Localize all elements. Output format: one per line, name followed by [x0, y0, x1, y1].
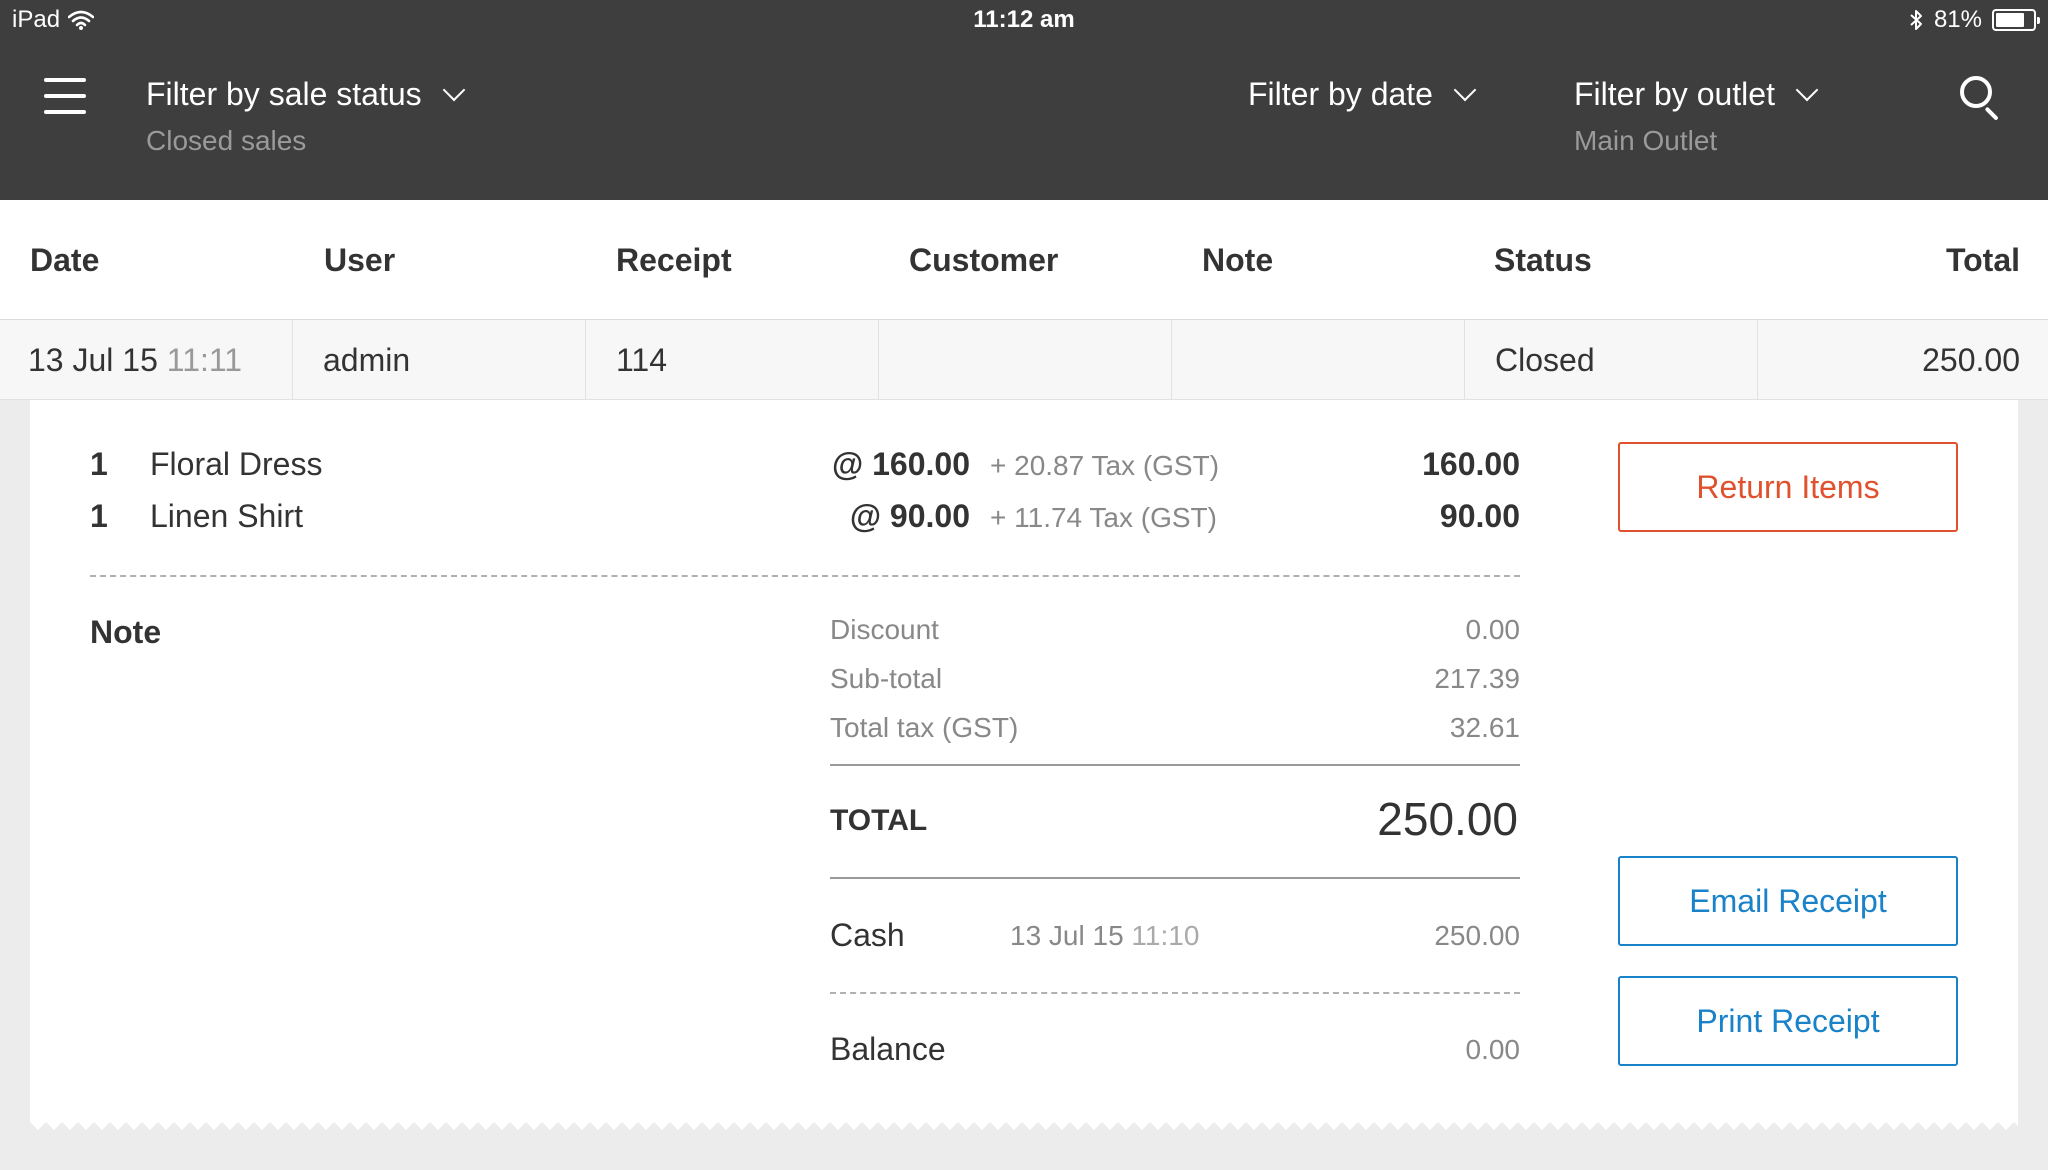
chevron-down-icon [1795, 78, 1819, 101]
item-2-total: 90.00 [1439, 498, 1520, 534]
return-items-button[interactable]: Return Items [1618, 442, 1958, 532]
column-note[interactable]: Note [1202, 242, 1273, 279]
discount-value: 0.00 [1465, 614, 1521, 645]
battery-icon [1992, 9, 2040, 31]
item-2-tax: + 11.74 Tax (GST) [990, 502, 1217, 533]
summary-divider [830, 764, 1520, 766]
table-row[interactable]: 13 Jul 15 11:11 admin 114 Closed 250.00 [0, 320, 2048, 400]
cell-date: 13 Jul 15 11:11 [0, 320, 293, 400]
email-receipt-button[interactable]: Email Receipt [1618, 856, 1958, 946]
item-1-qty: 1 [90, 446, 108, 482]
total-label: TOTAL [830, 804, 928, 837]
column-receipt[interactable]: Receipt [616, 242, 732, 279]
item-1-total: 160.00 [1422, 446, 1520, 482]
filter-outlet-label: Filter by outlet [1574, 76, 1775, 112]
cell-status: Closed [1465, 320, 1758, 400]
print-receipt-button[interactable]: Print Receipt [1618, 976, 1958, 1066]
filter-sale-status-value: Closed sales [146, 125, 307, 156]
bluetooth-icon [1910, 10, 1922, 30]
item-2-name: Linen Shirt [150, 498, 303, 534]
column-date[interactable]: Date [30, 242, 99, 279]
balance-value: 0.00 [1465, 1034, 1521, 1065]
hamburger-menu-icon[interactable] [44, 78, 86, 114]
filter-sale-status-label: Filter by sale status [146, 76, 422, 112]
balance-label: Balance [830, 1031, 946, 1067]
column-status[interactable]: Status [1494, 242, 1592, 279]
payment-date: 13 Jul 15 [1010, 920, 1124, 951]
cell-receipt: 114 [586, 320, 879, 400]
chevron-down-icon [1453, 78, 1477, 101]
item-2-qty: 1 [90, 498, 108, 534]
total-value: 250.00 [1377, 793, 1518, 845]
filter-date[interactable]: Filter by date [1248, 76, 1477, 125]
status-time: 11:12 am [973, 6, 1075, 33]
item-1-unit-price: @ 160.00 [832, 446, 970, 482]
column-user[interactable]: User [324, 242, 395, 279]
top-bar: iPad 11:12 am 81% Filter by sale status [0, 0, 2048, 200]
search-icon[interactable] [1960, 76, 2002, 121]
note-label: Note [90, 614, 162, 650]
payment-divider [830, 992, 1520, 994]
items-divider [90, 575, 1520, 577]
table-header: Date User Receipt Customer Note Status T… [0, 200, 2048, 320]
status-bar: iPad 11:12 am 81% [0, 0, 2048, 44]
status-right: 81% [1908, 6, 2040, 34]
cell-total: 250.00 [1922, 342, 2020, 378]
subtotal-label: Sub-total [830, 663, 943, 694]
cell-user: admin [293, 320, 586, 400]
battery-percent: 81% [1933, 6, 1982, 33]
cell-customer [879, 320, 1172, 400]
cell-note [1172, 320, 1465, 400]
receipt-torn-edge [30, 1122, 2018, 1138]
item-2-unit-price: @ 90.00 [849, 498, 970, 534]
chevron-down-icon [442, 78, 465, 101]
payment-time: 11:10 [1131, 920, 1200, 951]
tax-value: 32.61 [1449, 712, 1520, 743]
filter-date-label: Filter by date [1248, 76, 1433, 112]
payment-amount: 250.00 [1434, 920, 1520, 951]
column-customer[interactable]: Customer [909, 242, 1058, 279]
item-1-tax: + 20.87 Tax (GST) [990, 450, 1220, 481]
payment-datetime: 13 Jul 15 11:10 [1010, 920, 1199, 952]
discount-label: Discount [830, 614, 939, 645]
filter-outlet[interactable]: Filter by outlet Main Outlet [1574, 76, 1819, 157]
column-total[interactable]: Total [1946, 242, 2020, 279]
row-date: 13 Jul 15 [28, 342, 158, 378]
filter-outlet-value: Main Outlet [1574, 125, 1718, 156]
total-divider [830, 877, 1520, 879]
payment-method: Cash [830, 917, 905, 953]
battery-fill [1996, 13, 2025, 27]
subtotal-value: 217.39 [1434, 663, 1520, 694]
row-time: 11:11 [166, 342, 243, 378]
tax-label: Total tax (GST) [830, 712, 1019, 743]
filter-sale-status[interactable]: Filter by sale status Closed sales [146, 76, 465, 157]
item-1-name: Floral Dress [150, 446, 323, 482]
